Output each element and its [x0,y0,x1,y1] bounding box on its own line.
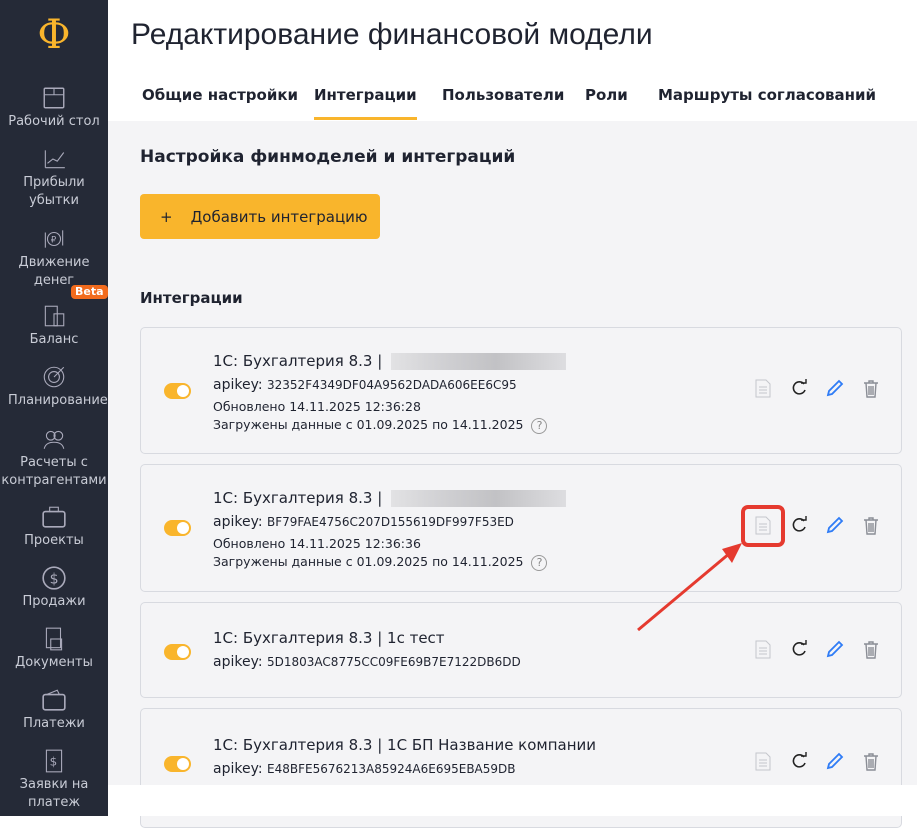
apikey-value: BF79FAE4756C207D155619DF997F53ED [267,515,514,529]
sidebar-item-label: Планирование [8,393,108,408]
apikey-value: E48BFE5676213A85924A6E695EBA59DB [267,762,516,776]
apikey-value: 32352F4349DF04A9562DADA606EE6C95 [267,378,517,392]
dashboard-icon [43,87,65,109]
tab-general[interactable]: Общие настройки [142,86,298,120]
apikey-label: apikey: [213,654,263,670]
trash-icon[interactable] [862,515,880,535]
refresh-icon[interactable] [790,515,808,535]
tab-users[interactable]: Пользователи [442,86,564,120]
sidebar-item-10[interactable]: $ Заявки на платеж [0,748,108,812]
edit-pencil-icon[interactable] [826,751,844,771]
updated-text: Обновлено 14.11.2025 12:36:28 [213,399,421,414]
wallet-icon [42,689,66,711]
integration-company: 1С БП Название компании [387,736,597,754]
edit-pencil-icon[interactable] [826,378,844,398]
apikey-label: apikey: [213,514,263,530]
svg-text:$: $ [50,571,59,587]
refresh-icon[interactable] [790,751,808,771]
add-integration-label: Добавить интеграцию [190,207,368,226]
sidebar-item-label: Прибыли убытки [23,175,85,208]
redacted-company [391,353,567,370]
sidebar-item-8[interactable]: Документы [0,626,108,672]
sidebar-item-0[interactable]: Рабочий стол [0,85,108,131]
integration-company: 1с тест [387,629,445,647]
briefcase-icon [42,506,66,528]
sidebar-item-label: Заявки на платеж [19,777,89,810]
annotation-arrow-icon [637,543,742,632]
section-heading: Настройка финмоделей и интеграций [140,147,516,167]
tab-roles[interactable]: Роли [585,86,628,120]
sidebar-item-6[interactable]: Проекты [0,504,108,550]
tab-integrations[interactable]: Интеграции [314,86,417,120]
content: Настройка финмоделей и интеграций + Добав… [108,121,917,828]
integration-card: 1С: Бухгалтерия 8.3 | apikey: BF79FAE475… [140,464,902,592]
sidebar-item-label: Расчеты с контрагентами [1,455,107,488]
sidebar-item-label: Рабочий стол [8,114,100,129]
sidebar-item-1[interactable]: Прибыли убытки [0,146,108,210]
bottom-area [108,785,917,816]
integration-name: 1С: Бухгалтерия 8.3 | [213,629,383,647]
sidebar-item-9[interactable]: Платежи [0,687,108,733]
edit-pencil-icon[interactable] [826,639,844,659]
add-integration-button[interactable]: + Добавить интеграцию [140,194,380,239]
loaded-range: Загружены данные с 01.09.2025 по 14.11.2… [213,417,524,432]
document-icon[interactable] [754,751,772,771]
apikey-label: apikey: [213,761,263,777]
sidebar-item-2[interactable]: ₽ Движение денег [0,226,108,290]
sidebar: Ф Рабочий стол Прибыли убытки ₽ Движение де… [0,0,108,816]
edit-pencil-icon[interactable] [826,515,844,535]
enabled-toggle[interactable] [164,520,191,536]
refresh-icon[interactable] [790,639,808,659]
integration-name: 1С: Бухгалтерия 8.3 | [213,736,383,754]
sidebar-item-3[interactable]: Баланс Beta [0,285,108,349]
apikey-label: apikey: [213,377,263,393]
sidebar-item-4[interactable]: Планирование [0,364,108,410]
integration-card: 1С: Бухгалтерия 8.3 | 1с тест apikey: 5D1… [140,602,902,698]
cashflow-icon: ₽ [44,230,64,248]
trash-icon[interactable] [862,639,880,659]
svg-text:₽: ₽ [51,235,57,245]
enabled-toggle[interactable] [164,644,191,660]
sidebar-item-7[interactable]: $ Продажи [0,565,108,611]
integration-name: 1С: Бухгалтерия 8.3 | [213,352,383,370]
document-icon[interactable] [754,639,772,659]
refresh-icon[interactable] [790,378,808,398]
loaded-range: Загружены данные с 01.09.2025 по 14.11.2… [213,554,524,569]
beta-badge: Beta [71,285,108,299]
sidebar-item-label: Документы [15,655,93,670]
plus-icon: + [160,207,173,226]
chart-icon [44,150,65,169]
sidebar-item-label: Продажи [22,594,86,609]
document-icon[interactable] [754,378,772,398]
apikey-value: 5D1803AC8775CC09FE69B7E7122DB6DD [267,655,521,669]
people-icon [43,430,65,449]
trash-icon[interactable] [862,378,880,398]
integration-card: 1С: Бухгалтерия 8.3 | apikey: 32352F4349… [140,327,902,454]
sidebar-item-label: Баланс [29,332,79,347]
balance-icon [44,305,65,327]
invoice-icon: $ [45,749,63,773]
help-icon[interactable]: ? [531,555,548,571]
integrations-heading: Интеграции [140,289,243,307]
svg-text:$: $ [50,754,58,768]
logo[interactable]: Ф [0,12,108,58]
help-icon[interactable]: ? [531,418,548,434]
target-icon [43,366,65,388]
integration-name: 1С: Бухгалтерия 8.3 | [213,489,383,507]
header: Редактирование финансовой модели Общие н… [108,0,917,121]
enabled-toggle[interactable] [164,756,191,772]
trash-icon[interactable] [862,751,880,771]
redacted-company [391,490,567,507]
page-title: Редактирование финансовой модели [131,18,653,51]
enabled-toggle[interactable] [164,383,191,399]
sidebar-item-5[interactable]: Расчеты с контрагентами [0,426,108,490]
dollar-icon: $ [42,566,66,590]
sidebar-item-label: Платежи [23,716,85,731]
tab-approval-routes[interactable]: Маршруты согласований [658,86,876,120]
updated-text: Обновлено 14.11.2025 12:36:36 [213,536,421,551]
documents-icon [45,627,63,651]
sidebar-item-label: Проекты [24,533,84,548]
